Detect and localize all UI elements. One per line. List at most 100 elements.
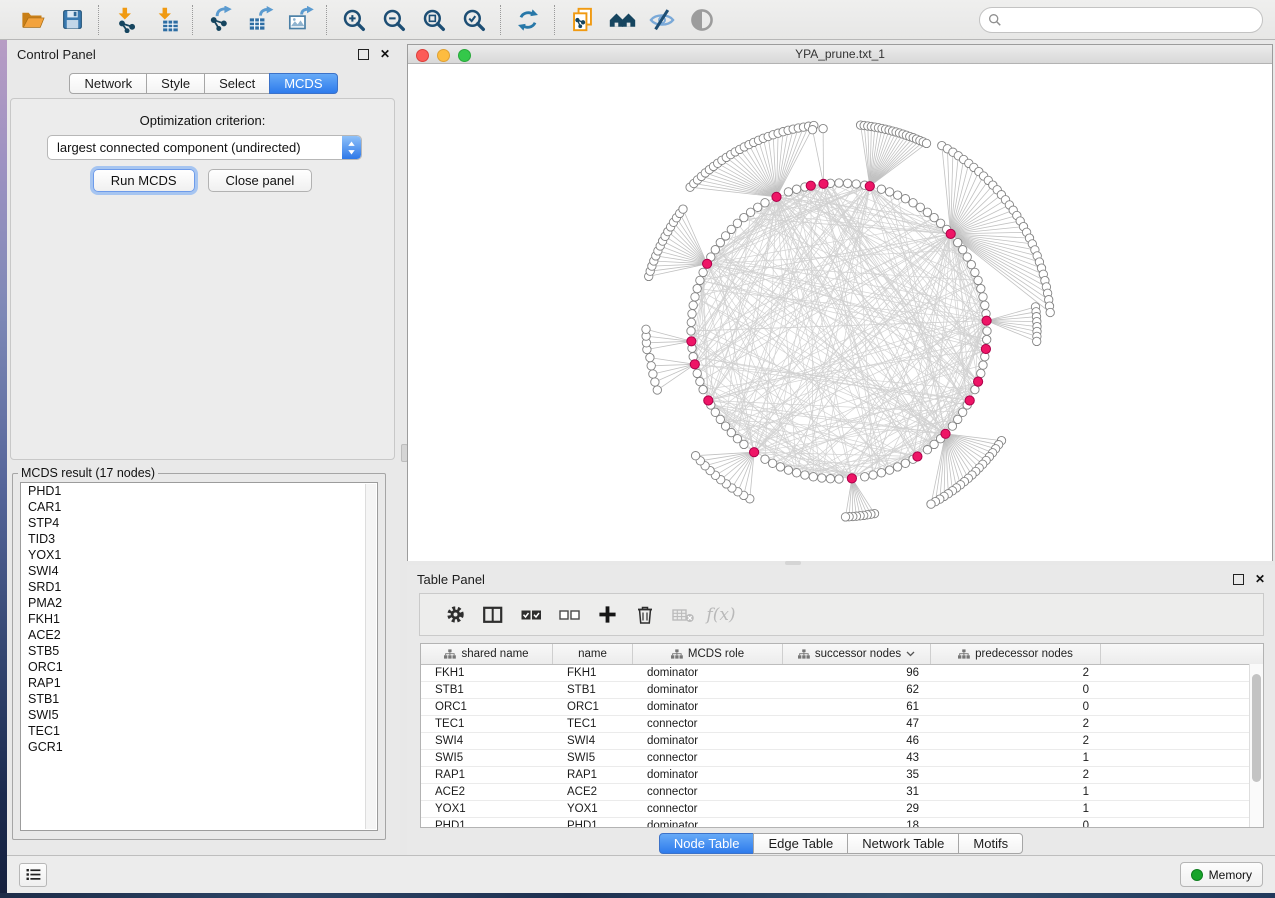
- graph-node[interactable]: [983, 335, 991, 343]
- table-cell[interactable]: 1: [931, 801, 1101, 817]
- table-cell[interactable]: connector: [633, 716, 783, 732]
- graph-node[interactable]: [761, 455, 769, 463]
- network-graph[interactable]: [408, 64, 1272, 561]
- table-cell[interactable]: 2: [931, 733, 1101, 749]
- graph-leaf-node[interactable]: [642, 325, 650, 333]
- table-cell[interactable]: 35: [783, 767, 931, 783]
- zoom-in-icon[interactable]: [334, 3, 374, 37]
- table-row[interactable]: ORC1ORC1dominator610: [421, 699, 1263, 716]
- table-cell[interactable]: 46: [783, 733, 931, 749]
- graph-hub-node[interactable]: [750, 448, 759, 457]
- graph-node[interactable]: [981, 301, 989, 309]
- table-cell[interactable]: 0: [931, 682, 1101, 698]
- graph-node[interactable]: [696, 377, 704, 385]
- close-panel-button[interactable]: Close panel: [208, 169, 313, 192]
- delete-column-icon[interactable]: [626, 600, 664, 630]
- table-cell[interactable]: 29: [783, 801, 931, 817]
- mcds-result-item[interactable]: RAP1: [21, 675, 377, 691]
- graph-node[interactable]: [877, 469, 885, 477]
- table-row[interactable]: ACE2ACE2connector311: [421, 784, 1263, 801]
- window-maximize-icon[interactable]: [458, 49, 471, 62]
- open-session-icon[interactable]: [12, 3, 52, 37]
- table-row[interactable]: SWI5SWI5connector431: [421, 750, 1263, 767]
- table-cell[interactable]: SWI5: [421, 750, 553, 766]
- graph-node[interactable]: [893, 463, 901, 471]
- mcds-result-item[interactable]: TID3: [21, 531, 377, 547]
- graph-leaf-node[interactable]: [922, 139, 930, 147]
- table-cell[interactable]: 18: [783, 818, 931, 828]
- column-header-name[interactable]: name: [553, 644, 633, 664]
- graph-node[interactable]: [843, 179, 851, 187]
- window-close-icon[interactable]: [416, 49, 429, 62]
- graph-node[interactable]: [688, 310, 696, 318]
- graph-hub-node[interactable]: [704, 396, 713, 405]
- graph-node[interactable]: [983, 327, 991, 335]
- run-mcds-button[interactable]: Run MCDS: [93, 169, 195, 192]
- close-panel-icon[interactable]: ✕: [1255, 573, 1265, 585]
- memory-button[interactable]: Memory: [1180, 862, 1263, 887]
- graph-node[interactable]: [963, 253, 971, 261]
- graph-node[interactable]: [776, 463, 784, 471]
- table-cell[interactable]: 0: [931, 818, 1101, 828]
- table-cell[interactable]: dominator: [633, 682, 783, 698]
- graph-node[interactable]: [885, 466, 893, 474]
- graph-node[interactable]: [691, 293, 699, 301]
- graph-node[interactable]: [792, 469, 800, 477]
- table-cell[interactable]: ORC1: [553, 699, 633, 715]
- graph-node[interactable]: [948, 422, 956, 430]
- import-table-icon[interactable]: [146, 3, 186, 37]
- mcds-list-scrollbar[interactable]: [365, 484, 376, 829]
- mcds-result-item[interactable]: GCR1: [21, 739, 377, 755]
- mcds-result-item[interactable]: SRD1: [21, 579, 377, 595]
- table-cell[interactable]: RAP1: [553, 767, 633, 783]
- graph-node[interactable]: [923, 446, 931, 454]
- zoom-out-icon[interactable]: [374, 3, 414, 37]
- column-header-predecessor-nodes[interactable]: predecessor nodes: [931, 644, 1101, 664]
- refresh-icon[interactable]: [508, 3, 548, 37]
- graph-node[interactable]: [885, 188, 893, 196]
- mcds-result-list[interactable]: PHD1CAR1STP4TID3YOX1SWI4SRD1PMA2FKH1ACE2…: [20, 482, 378, 831]
- table-cell[interactable]: FKH1: [421, 665, 553, 681]
- create-column-icon[interactable]: [588, 600, 626, 630]
- graph-node[interactable]: [818, 474, 826, 482]
- graph-leaf-node[interactable]: [808, 126, 816, 134]
- zoom-selected-icon[interactable]: [454, 3, 494, 37]
- graph-node[interactable]: [835, 475, 843, 483]
- table-cell[interactable]: 61: [783, 699, 931, 715]
- show-column-panel-icon[interactable]: [474, 600, 512, 630]
- graph-leaf-node[interactable]: [653, 386, 661, 394]
- table-cell[interactable]: dominator: [633, 665, 783, 681]
- table-cell[interactable]: STB1: [553, 682, 633, 698]
- save-session-icon[interactable]: [52, 3, 92, 37]
- graph-node[interactable]: [687, 327, 695, 335]
- graph-leaf-node[interactable]: [647, 362, 655, 370]
- table-cell[interactable]: YOX1: [421, 801, 553, 817]
- table-cell[interactable]: dominator: [633, 699, 783, 715]
- graph-node[interactable]: [768, 459, 776, 467]
- export-table-icon[interactable]: [240, 3, 280, 37]
- table-row[interactable]: STB1STB1dominator620: [421, 682, 1263, 699]
- table-cell[interactable]: connector: [633, 750, 783, 766]
- graph-node[interactable]: [784, 466, 792, 474]
- first-neighbors-icon[interactable]: [602, 3, 642, 37]
- mcds-result-item[interactable]: SWI5: [21, 707, 377, 723]
- tab-network-table[interactable]: Network Table: [847, 833, 959, 854]
- table-cell[interactable]: FKH1: [553, 665, 633, 681]
- vertical-splitter[interactable]: [400, 40, 407, 855]
- graph-leaf-node[interactable]: [819, 124, 827, 132]
- graph-leaf-node[interactable]: [679, 205, 687, 213]
- table-cell[interactable]: 1: [931, 750, 1101, 766]
- table-cell[interactable]: 2: [931, 665, 1101, 681]
- table-cell[interactable]: 2: [931, 716, 1101, 732]
- graph-hub-node[interactable]: [981, 344, 990, 353]
- graph-leaf-node[interactable]: [927, 500, 935, 508]
- table-cell[interactable]: TEC1: [421, 716, 553, 732]
- scrollbar-thumb[interactable]: [1252, 674, 1261, 782]
- table-cell[interactable]: 2: [931, 767, 1101, 783]
- graph-node[interactable]: [967, 260, 975, 268]
- graph-node[interactable]: [689, 301, 697, 309]
- table-scrollbar[interactable]: [1249, 664, 1263, 827]
- mcds-result-item[interactable]: ACE2: [21, 627, 377, 643]
- mcds-result-item[interactable]: STB1: [21, 691, 377, 707]
- graph-node[interactable]: [699, 385, 707, 393]
